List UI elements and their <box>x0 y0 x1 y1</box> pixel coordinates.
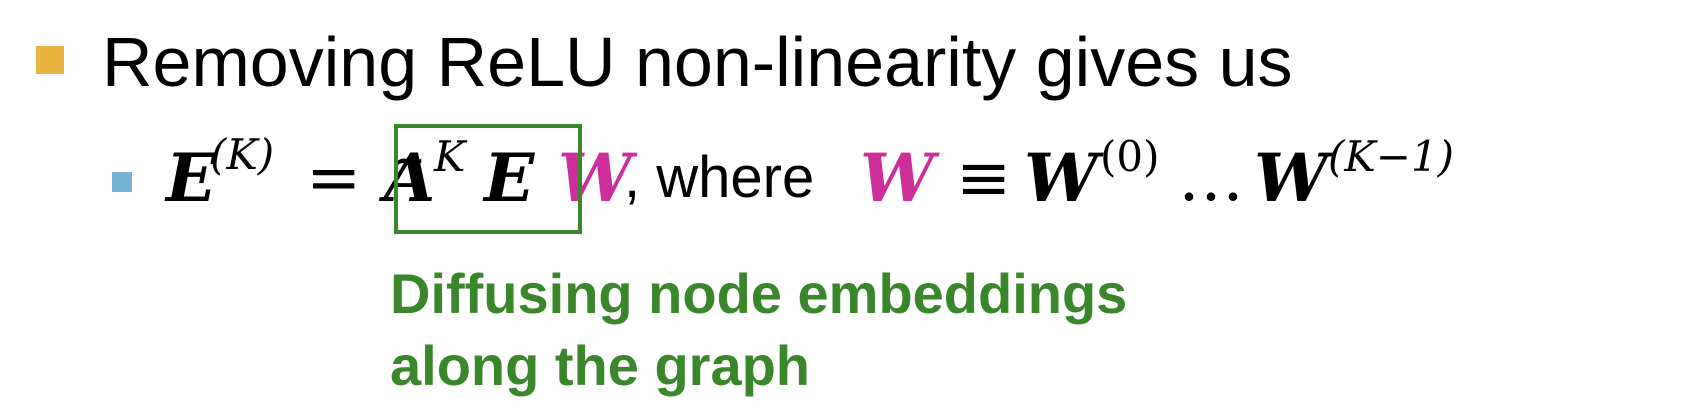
eq-where: , where <box>624 145 815 210</box>
eq-Wk-superscript: (K−1) <box>1328 132 1455 181</box>
eq-lhs-E: E <box>166 139 217 217</box>
caption: Diffusing node embeddings along the grap… <box>390 258 1127 402</box>
heading-text: Removing ReLU non-linearity gives us <box>102 23 1293 101</box>
eq-W-highlight-2: W <box>860 139 935 217</box>
heading-bullet <box>36 46 64 74</box>
caption-line-1: Diffusing node embeddings <box>390 262 1128 325</box>
eq-W0-superscript: (0) <box>1100 132 1160 181</box>
highlight-box <box>394 124 582 234</box>
eq-Wk: W <box>1254 139 1329 217</box>
eq-W0: W <box>1024 139 1099 217</box>
caption-line-2: along the graph <box>390 334 810 397</box>
eq-lhs-superscript: (K) <box>210 130 275 179</box>
eq-equals: = <box>306 139 362 216</box>
eq-equiv: ≡ <box>956 139 1012 216</box>
equation-bullet <box>112 172 132 192</box>
eq-ellipsis: … <box>1178 139 1244 216</box>
